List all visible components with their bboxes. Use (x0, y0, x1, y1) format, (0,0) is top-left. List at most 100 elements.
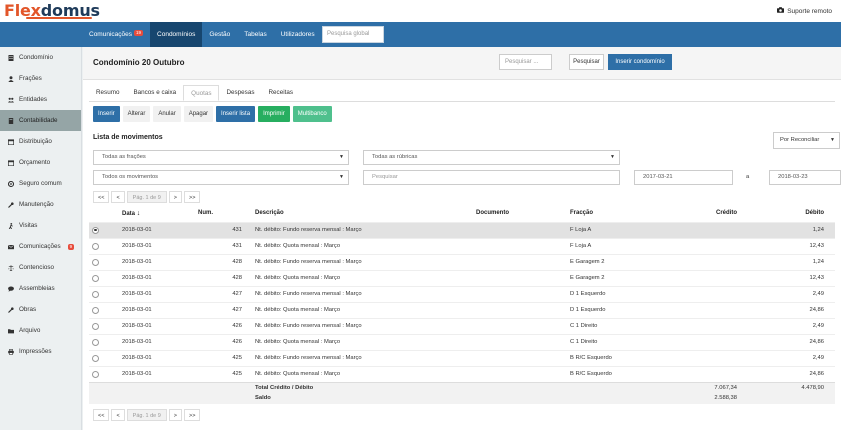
sidebar-item-obras[interactable]: Obras (0, 299, 81, 320)
search-button[interactable]: Pesquisar (569, 54, 604, 70)
rubricas-select[interactable]: Todas as rúbricas ▼ (363, 150, 620, 165)
row-radio[interactable] (92, 258, 99, 266)
pager-next-button[interactable]: > (168, 191, 183, 203)
tab-resumo[interactable]: Resumo (89, 85, 126, 101)
nav-tab-utilizadores[interactable]: Utilizadores (274, 22, 322, 47)
cell-descricao: Nt. débito: Quota mensal : Março (255, 339, 341, 345)
fracoes-select-value: Todas as frações (102, 154, 146, 160)
table-row[interactable]: 2018-03-01 427 Nt. débito: Fundo reserva m… (89, 286, 835, 302)
insert-condo-button[interactable]: Inserir condomínio (608, 54, 672, 70)
table-row[interactable]: 2018-03-01 428 Nt. débito: Quota mensal : … (89, 270, 835, 286)
remote-support-link[interactable]: Suporte remoto (777, 7, 832, 15)
nav-tab-gestao[interactable]: Gestão (202, 22, 237, 47)
table-row[interactable]: 2018-03-01 427 Nt. débito: Quota mensal : … (89, 302, 835, 318)
condo-search-input[interactable]: Pesquisar ... (499, 54, 552, 70)
sidebar-item-entidades[interactable]: Entidades (0, 89, 81, 110)
row-radio[interactable] (92, 290, 99, 298)
cell-debito: 1,24 (812, 227, 824, 233)
cell-num: 428 (232, 259, 242, 265)
row-radio[interactable] (92, 242, 99, 250)
col-header-data[interactable]: Data ↓ (122, 210, 140, 217)
table-row[interactable]: 2018-03-01 426 Nt. débito: Quota mensal : … (89, 334, 835, 350)
cancel-button[interactable]: Anular (153, 106, 181, 122)
row-radio[interactable] (92, 274, 99, 282)
cell-descricao: Nt. débito: Fundo reserva mensal : Março (255, 355, 362, 361)
pager-next-button[interactable]: > (168, 409, 183, 421)
cell-descricao: Nt. débito: Quota mensal : Março (255, 275, 341, 281)
sidebar-item-contencioso[interactable]: Contencioso (0, 257, 81, 278)
edit-button[interactable]: Alterar (122, 106, 151, 122)
pager-first-button[interactable]: << (93, 191, 110, 203)
nav-tab-comunicacoes[interactable]: Comunicações 19 (82, 22, 150, 47)
col-header-descricao[interactable]: Descrição (255, 210, 284, 216)
col-header-credito[interactable]: Crédito (716, 210, 737, 216)
sidebar-item-contabilidade[interactable]: Contabilidade (0, 110, 81, 131)
sidebar-item-manutencao[interactable]: Manutenção (0, 194, 81, 215)
pager-last-button[interactable]: >> (184, 409, 201, 421)
fracoes-select[interactable]: Todas as frações ▼ (93, 150, 349, 165)
nav-tab-tabelas[interactable]: Tabelas (237, 22, 273, 47)
insert-button[interactable]: Inserir (93, 106, 120, 122)
tab-despesas[interactable]: Despesas (219, 85, 261, 101)
multibanco-button[interactable]: Multibanco (292, 106, 332, 122)
row-radio[interactable] (92, 370, 99, 378)
pager-last-button[interactable]: >> (184, 191, 201, 203)
sidebar-item-orcamento[interactable]: Orçamento (0, 152, 81, 173)
cell-descricao: Nt. débito: Fundo reserva mensal : Março (255, 323, 362, 329)
col-header-num[interactable]: Num. (198, 210, 213, 216)
table-row[interactable]: 2018-03-01 425 Nt. débito: Quota mensal : … (89, 366, 835, 382)
sidebar-item-visitas[interactable]: Visitas (0, 215, 81, 236)
main-content: Condomínio 20 Outubro Pesquisar ... Pesq… (83, 47, 841, 430)
cell-fracao: E Garagem 2 (570, 275, 605, 281)
cell-descricao: Nt. débito: Quota mensal : Março (255, 307, 341, 313)
cell-fracao: C 1 Direito (570, 323, 598, 329)
global-search-input[interactable]: Pesquisa global (322, 26, 384, 43)
sidebar-item-condominio[interactable]: Condomínio (0, 47, 81, 68)
print-icon (8, 348, 14, 355)
print-button[interactable]: Imprimir (258, 106, 290, 122)
action-toolbar: Inserir Alterar Anular Apagar Inserir li… (93, 106, 332, 122)
reconcile-select-value: Por Reconciliar (780, 137, 820, 143)
row-radio[interactable] (92, 226, 99, 234)
col-header-documento[interactable]: Documento (476, 210, 509, 216)
table-row[interactable]: 2018-03-01 426 Nt. débito: Fundo reserva m… (89, 318, 835, 334)
date-to-input[interactable]: 2018-03-23 (769, 170, 841, 185)
pager-prev-button[interactable]: < (111, 409, 125, 421)
row-radio[interactable] (92, 322, 99, 330)
sidebar-item-fracoes[interactable]: Frações (0, 68, 81, 89)
col-header-debito[interactable]: Débito (805, 210, 824, 216)
rubricas-select-value: Todas as rúbricas (372, 154, 418, 160)
sidebar-item-comunicacoes[interactable]: Comunicações 9 (0, 236, 81, 257)
chat-icon (8, 286, 14, 292)
movimentos-select[interactable]: Todos os movimentos ▼ (93, 170, 349, 185)
row-radio[interactable] (92, 338, 99, 346)
sidebar-item-impressoes[interactable]: Impressões (0, 341, 81, 362)
cell-fracao: B R/C Esquerdo (570, 371, 612, 377)
table-row[interactable]: 2018-03-01 431 Nt. débito: Quota mensal : … (89, 238, 835, 254)
date-from-input[interactable]: 2017-03-21 (634, 170, 733, 185)
tab-receitas[interactable]: Receitas (262, 85, 301, 101)
table-row[interactable]: 2018-03-01 431 Nt. débito: Fundo reserva m… (89, 222, 835, 238)
caret-down-icon: ▼ (610, 154, 615, 160)
delete-button[interactable]: Apagar (183, 106, 214, 122)
sidebar-item-assembleias[interactable]: Assembleias (0, 278, 81, 299)
row-radio[interactable] (92, 306, 99, 314)
col-header-fracao[interactable]: Fracção (570, 210, 593, 216)
reconcile-select[interactable]: Por Reconciliar ▼ (773, 132, 840, 149)
sidebar-item-seguro-comum[interactable]: Seguro comum (0, 173, 81, 194)
pager-prev-button[interactable]: < (111, 191, 125, 203)
sidebar-item-arquivo[interactable]: Arquivo (0, 320, 81, 341)
tab-bancos-caixa[interactable]: Bancos e caixa (126, 85, 183, 101)
sidebar-item-label: Contencioso (19, 264, 55, 271)
row-radio[interactable] (92, 354, 99, 362)
section-title: Lista de movimentos (93, 134, 163, 141)
tab-quotas[interactable]: Quotas (183, 85, 220, 101)
main-navbar: Comunicações 19 Condomínios Gestão Tabela… (0, 22, 841, 47)
table-row[interactable]: 2018-03-01 425 Nt. débito: Fundo reserva m… (89, 350, 835, 366)
movements-search-input[interactable]: Pesquisar (363, 170, 620, 185)
table-row[interactable]: 2018-03-01 428 Nt. débito: Fundo reserva m… (89, 254, 835, 270)
insert-list-button[interactable]: Inserir lista (216, 106, 256, 122)
nav-tab-condominios[interactable]: Condomínios (150, 22, 203, 47)
sidebar-item-distribuicao[interactable]: Distribuição (0, 131, 81, 152)
pager-first-button[interactable]: << (93, 409, 110, 421)
